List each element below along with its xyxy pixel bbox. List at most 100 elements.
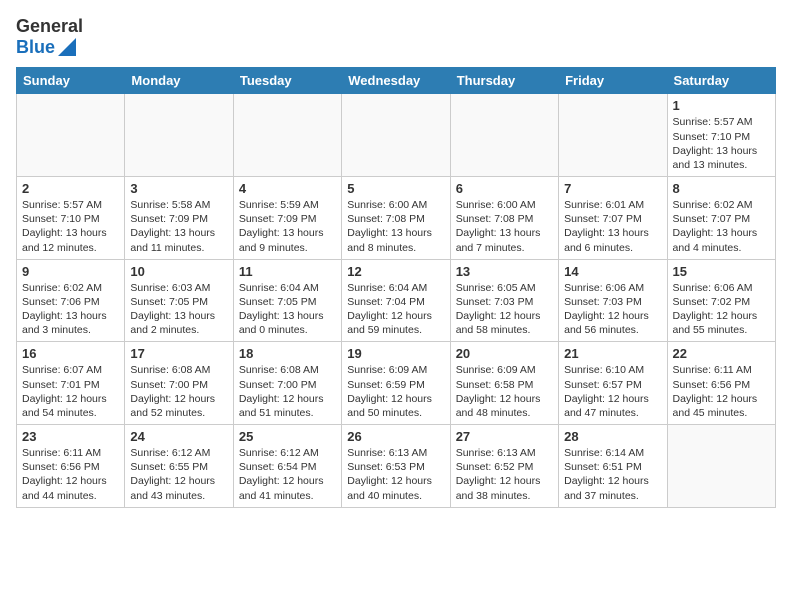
calendar-cell: 15 Sunrise: 6:06 AMSunset: 7:02 PMDayligh… <box>667 259 775 342</box>
day-info: Sunrise: 6:07 AM <box>22 363 119 377</box>
calendar-cell: 25Sunrise: 6:12 AMSunset: 6:54 PMDayligh… <box>233 425 341 508</box>
logo: General Blue <box>16 16 83 57</box>
day-info: Sunrise: 6:06 AM <box>673 281 770 295</box>
day-info: Sunrise: 6:13 AM <box>456 446 553 460</box>
calendar-cell: 8Sunrise: 6:02 AMSunset: 7:07 PMDaylight… <box>667 177 775 260</box>
day-info: Sunrise: 6:08 AM <box>239 363 336 377</box>
calendar-cell: 16Sunrise: 6:07 AMSunset: 7:01 PMDayligh… <box>17 342 125 425</box>
day-info: Sunrise: 6:08 AM <box>130 363 227 377</box>
logo-blue: Blue <box>16 37 55 58</box>
day-info: Daylight: 12 hours and 43 minutes. <box>130 474 227 502</box>
day-info: Sunrise: 6:00 AM <box>456 198 553 212</box>
day-info: Sunrise: 6:09 AM <box>347 363 444 377</box>
calendar-cell: 28Sunrise: 6:14 AMSunset: 6:51 PMDayligh… <box>559 425 667 508</box>
calendar-cell: 9Sunrise: 6:02 AMSunset: 7:06 PMDaylight… <box>17 259 125 342</box>
calendar-cell: 1 Sunrise: 5:57 AMSunset: 7:10 PMDaylight… <box>667 94 775 177</box>
day-info: Daylight: 13 hours and 9 minutes. <box>239 226 336 254</box>
day-info: Sunset: 6:56 PM <box>673 378 770 392</box>
day-number: 26 <box>347 429 444 444</box>
day-number: 15 <box>673 264 770 279</box>
day-number: 17 <box>130 346 227 361</box>
day-info: Sunset: 7:05 PM <box>239 295 336 309</box>
day-info: Daylight: 12 hours and 55 minutes. <box>673 309 770 337</box>
day-number: 16 <box>22 346 119 361</box>
col-header-saturday: Saturday <box>667 68 775 94</box>
day-info: Sunset: 7:10 PM <box>22 212 119 226</box>
day-info: Daylight: 13 hours and 0 minutes. <box>239 309 336 337</box>
day-info: Daylight: 13 hours and 6 minutes. <box>564 226 661 254</box>
day-info: Sunset: 6:52 PM <box>456 460 553 474</box>
calendar-week-row: 2Sunrise: 5:57 AMSunset: 7:10 PMDaylight… <box>17 177 776 260</box>
day-info: Sunrise: 5:58 AM <box>130 198 227 212</box>
day-info: Daylight: 13 hours and 12 minutes. <box>22 226 119 254</box>
calendar-cell: 20 Sunrise: 6:09 AMSunset: 6:58 PMDayligh… <box>450 342 558 425</box>
day-info: Sunset: 7:03 PM <box>564 295 661 309</box>
day-info: Daylight: 13 hours and 11 minutes. <box>130 226 227 254</box>
day-number: 8 <box>673 181 770 196</box>
day-number: 5 <box>347 181 444 196</box>
day-info: Sunrise: 6:04 AM <box>239 281 336 295</box>
day-info: Sunrise: 6:02 AM <box>22 281 119 295</box>
day-info: Sunrise: 6:03 AM <box>130 281 227 295</box>
day-number: 21 <box>564 346 661 361</box>
day-info: Sunrise: 5:57 AM <box>673 115 770 129</box>
col-header-tuesday: Tuesday <box>233 68 341 94</box>
day-info: Daylight: 13 hours and 7 minutes. <box>456 226 553 254</box>
calendar-cell: 12Sunrise: 6:04 AMSunset: 7:04 PMDayligh… <box>342 259 450 342</box>
day-number: 27 <box>456 429 553 444</box>
day-number: 14 <box>564 264 661 279</box>
calendar-cell: 5Sunrise: 6:00 AMSunset: 7:08 PMDaylight… <box>342 177 450 260</box>
calendar-week-row: 23Sunrise: 6:11 AMSunset: 6:56 PMDayligh… <box>17 425 776 508</box>
day-info: Sunset: 7:02 PM <box>673 295 770 309</box>
day-number: 6 <box>456 181 553 196</box>
day-info: Daylight: 12 hours and 47 minutes. <box>564 392 661 420</box>
day-number: 1 <box>673 98 770 113</box>
day-info: Sunrise: 6:01 AM <box>564 198 661 212</box>
calendar-cell: 3Sunrise: 5:58 AMSunset: 7:09 PMDaylight… <box>125 177 233 260</box>
day-info: Sunrise: 5:57 AM <box>22 198 119 212</box>
day-info: Sunset: 7:09 PM <box>130 212 227 226</box>
calendar-cell: 11Sunrise: 6:04 AMSunset: 7:05 PMDayligh… <box>233 259 341 342</box>
day-info: Sunrise: 6:06 AM <box>564 281 661 295</box>
calendar-cell: 19Sunrise: 6:09 AMSunset: 6:59 PMDayligh… <box>342 342 450 425</box>
day-info: Sunset: 7:10 PM <box>673 130 770 144</box>
col-header-sunday: Sunday <box>17 68 125 94</box>
day-info: Sunset: 7:00 PM <box>130 378 227 392</box>
calendar-cell: 23Sunrise: 6:11 AMSunset: 6:56 PMDayligh… <box>17 425 125 508</box>
day-info: Daylight: 12 hours and 58 minutes. <box>456 309 553 337</box>
day-info: Sunset: 6:56 PM <box>22 460 119 474</box>
day-info: Sunset: 7:07 PM <box>673 212 770 226</box>
day-info: Sunrise: 6:04 AM <box>347 281 444 295</box>
day-number: 12 <box>347 264 444 279</box>
day-info: Daylight: 12 hours and 40 minutes. <box>347 474 444 502</box>
day-number: 9 <box>22 264 119 279</box>
day-info: Sunrise: 6:09 AM <box>456 363 553 377</box>
logo-icon <box>58 38 76 56</box>
day-info: Sunset: 6:58 PM <box>456 378 553 392</box>
day-info: Daylight: 12 hours and 48 minutes. <box>456 392 553 420</box>
calendar-week-row: 16Sunrise: 6:07 AMSunset: 7:01 PMDayligh… <box>17 342 776 425</box>
day-info: Daylight: 12 hours and 38 minutes. <box>456 474 553 502</box>
col-header-monday: Monday <box>125 68 233 94</box>
day-info: Sunset: 7:03 PM <box>456 295 553 309</box>
col-header-wednesday: Wednesday <box>342 68 450 94</box>
calendar-cell: 10Sunrise: 6:03 AMSunset: 7:05 PMDayligh… <box>125 259 233 342</box>
calendar-cell: 18Sunrise: 6:08 AMSunset: 7:00 PMDayligh… <box>233 342 341 425</box>
day-info: Sunset: 6:55 PM <box>130 460 227 474</box>
day-number: 7 <box>564 181 661 196</box>
day-info: Daylight: 13 hours and 13 minutes. <box>673 144 770 172</box>
day-number: 10 <box>130 264 227 279</box>
day-info: Sunrise: 6:13 AM <box>347 446 444 460</box>
day-info: Sunset: 6:51 PM <box>564 460 661 474</box>
day-info: Sunrise: 6:02 AM <box>673 198 770 212</box>
day-info: Sunset: 6:59 PM <box>347 378 444 392</box>
calendar-cell: 21Sunrise: 6:10 AMSunset: 6:57 PMDayligh… <box>559 342 667 425</box>
day-number: 20 <box>456 346 553 361</box>
day-info: Daylight: 12 hours and 59 minutes. <box>347 309 444 337</box>
day-info: Sunrise: 5:59 AM <box>239 198 336 212</box>
day-number: 2 <box>22 181 119 196</box>
day-number: 13 <box>456 264 553 279</box>
calendar-cell: 6Sunrise: 6:00 AMSunset: 7:08 PMDaylight… <box>450 177 558 260</box>
calendar-cell <box>667 425 775 508</box>
day-info: Sunset: 6:57 PM <box>564 378 661 392</box>
